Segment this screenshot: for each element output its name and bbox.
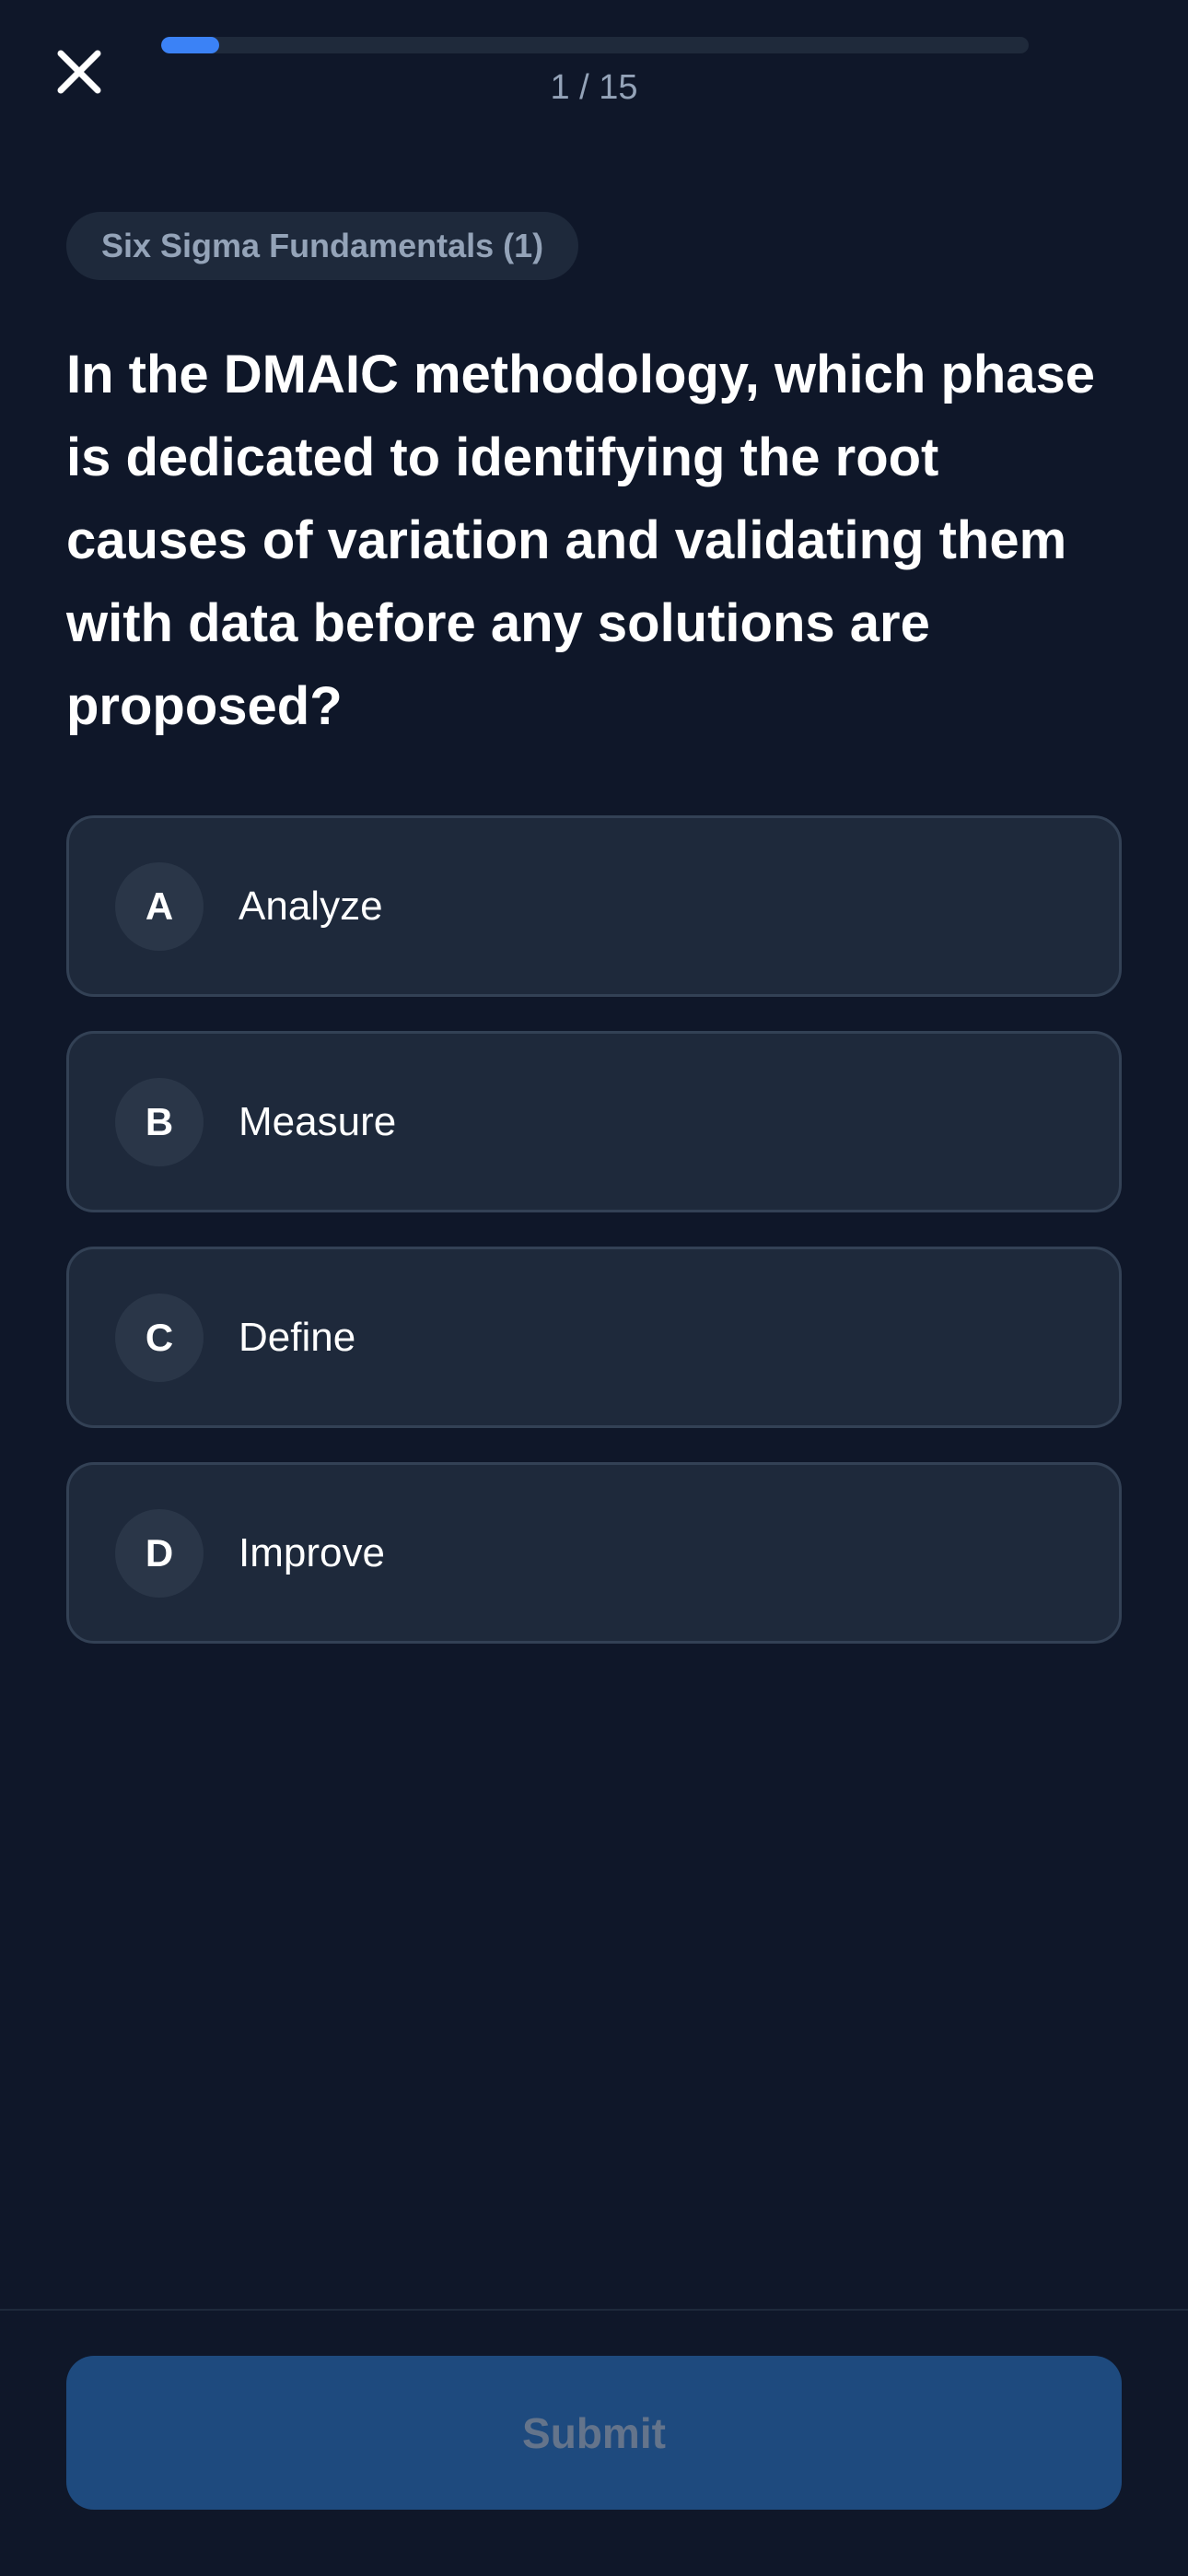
option-label: Improve bbox=[239, 1529, 385, 1575]
option-letter-badge: D bbox=[115, 1508, 204, 1598]
option-b[interactable]: B Measure bbox=[66, 1031, 1122, 1212]
option-letter-badge: B bbox=[115, 1077, 204, 1166]
footer-divider bbox=[0, 2309, 1188, 2311]
option-a[interactable]: A Analyze bbox=[66, 815, 1122, 997]
option-c[interactable]: C Define bbox=[66, 1247, 1122, 1428]
quiz-screen: 1 / 15 Six Sigma Fundamentals (1) In the… bbox=[0, 0, 1188, 2576]
option-label: Define bbox=[239, 1314, 356, 1360]
question-counter: 1 / 15 bbox=[550, 68, 638, 107]
answer-options: A Analyze B Measure C Define D Improve bbox=[66, 815, 1122, 1678]
submit-button[interactable]: Submit bbox=[66, 2356, 1122, 2510]
option-letter-badge: A bbox=[115, 861, 204, 951]
question-text: In the DMAIC methodology, which phase is… bbox=[66, 345, 1096, 736]
option-label: Analyze bbox=[239, 883, 383, 929]
progress-bar bbox=[161, 37, 1029, 53]
option-letter-badge: C bbox=[115, 1293, 204, 1382]
category-badge: Six Sigma Fundamentals (1) bbox=[66, 212, 579, 280]
option-label: Measure bbox=[239, 1098, 397, 1144]
option-d[interactable]: D Improve bbox=[66, 1462, 1122, 1644]
progress-bar-fill bbox=[161, 37, 219, 53]
